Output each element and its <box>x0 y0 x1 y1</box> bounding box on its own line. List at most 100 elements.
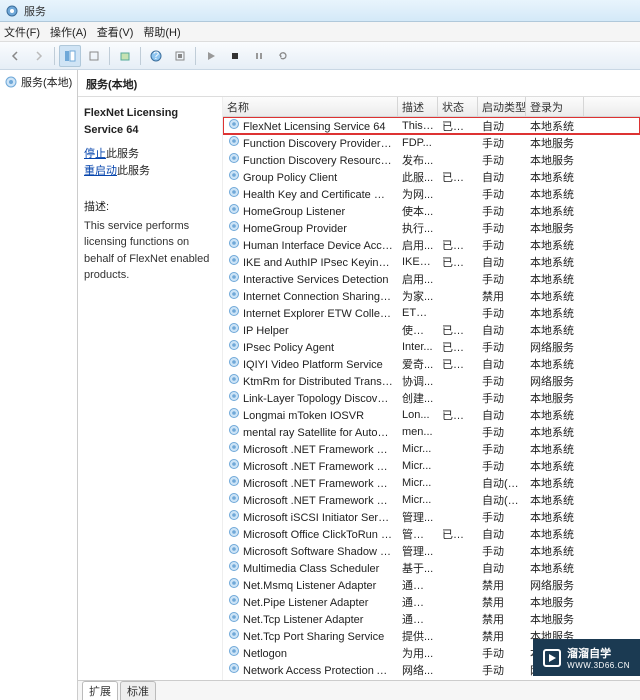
service-icon <box>227 169 241 181</box>
table-row[interactable]: Microsoft .NET Framework NGEN v...Micr..… <box>223 474 640 491</box>
table-row[interactable]: IP Helper使用 ...已启动自动本地系统 <box>223 321 640 338</box>
service-icon <box>227 662 241 674</box>
toolbar-separator <box>109 47 110 65</box>
table-row[interactable]: Net.Tcp Listener Adapter通过 ...禁用本地服务 <box>223 610 640 627</box>
nav-tree: 服务(本地) <box>0 70 78 700</box>
service-logon: 网络服务 <box>526 373 584 389</box>
nav-services-local[interactable]: 服务(本地) <box>4 74 73 90</box>
start-service-button[interactable] <box>200 45 222 67</box>
service-icon <box>227 424 241 436</box>
table-row[interactable]: IKE and AuthIP IPsec Keying Modul...IKEE… <box>223 253 640 270</box>
service-name: IP Helper <box>243 325 289 337</box>
selected-service-title: FlexNet Licensing Service 64 <box>84 105 216 138</box>
table-row[interactable]: Interactive Services Detection启用...手动本地系… <box>223 270 640 287</box>
service-status: 已启动 <box>438 169 478 185</box>
service-desc: men... <box>398 426 438 438</box>
service-icon <box>227 407 241 419</box>
table-row[interactable]: FlexNet Licensing Service 64This ...已启动自… <box>223 117 640 134</box>
gear-icon <box>4 75 18 89</box>
service-startup: 手动 <box>478 543 526 559</box>
service-startup: 自动 <box>478 118 526 134</box>
restart-service-button[interactable] <box>272 45 294 67</box>
service-logon: 本地系统 <box>526 356 584 372</box>
service-icon <box>227 305 241 317</box>
menu-action[interactable]: 操作(A) <box>50 24 87 40</box>
col-startup[interactable]: 启动类型 <box>478 97 526 116</box>
menu-file[interactable]: 文件(F) <box>4 24 40 40</box>
service-icon <box>227 458 241 470</box>
table-row[interactable]: mental ray Satellite for Autodesk 3...me… <box>223 423 640 440</box>
table-row[interactable]: Human Interface Device Access启用...已启动手动本… <box>223 236 640 253</box>
properties-button[interactable] <box>83 45 105 67</box>
service-logon: 本地系统 <box>526 492 584 508</box>
table-row[interactable]: Microsoft .NET Framework NGEN v...Micr..… <box>223 457 640 474</box>
service-logon: 本地服务 <box>526 152 584 168</box>
table-row[interactable]: KtmRm for Distributed Transaction ...协调.… <box>223 372 640 389</box>
col-status[interactable]: 状态 <box>438 97 478 116</box>
table-row[interactable]: Function Discovery Resource Public...发布.… <box>223 151 640 168</box>
pause-service-button[interactable] <box>248 45 270 67</box>
service-list: 名称 描述 状态 启动类型 登录为 FlexNet Licensing Serv… <box>223 97 640 680</box>
table-row[interactable]: IQIYI Video Platform Service爱奇...已启动自动本地… <box>223 355 640 372</box>
service-icon <box>227 628 241 640</box>
table-row[interactable]: HomeGroup Listener使本...手动本地系统 <box>223 202 640 219</box>
toolbar-separator <box>195 47 196 65</box>
restart-link[interactable]: 重启动 <box>84 165 117 177</box>
service-status: 已启动 <box>438 339 478 355</box>
table-row[interactable]: Function Discovery Provider HostFDP...手动… <box>223 134 640 151</box>
service-startup: 禁用 <box>478 594 526 610</box>
service-icon <box>227 645 241 657</box>
table-row[interactable]: Microsoft Office ClickToRun Service管理 ..… <box>223 525 640 542</box>
service-status: 已启动 <box>438 526 478 542</box>
table-row[interactable]: Link-Layer Topology Discovery Ma...创建...… <box>223 389 640 406</box>
service-name: Net.Pipe Listener Adapter <box>243 597 368 609</box>
table-row[interactable]: Group Policy Client此服...已启动自动本地系统 <box>223 168 640 185</box>
menu-help[interactable]: 帮助(H) <box>143 24 180 40</box>
service-name: Longmai mToken IOSVR <box>243 410 364 422</box>
service-desc: 管理 ... <box>398 526 438 542</box>
col-name[interactable]: 名称 <box>223 97 398 116</box>
table-row[interactable]: Microsoft .NET Framework NGEN v...Micr..… <box>223 440 640 457</box>
export-button[interactable] <box>114 45 136 67</box>
back-button[interactable] <box>4 45 26 67</box>
service-logon: 本地系统 <box>526 118 584 134</box>
show-hide-tree-button[interactable] <box>59 45 81 67</box>
table-row[interactable]: Health Key and Certificate Manage...为网..… <box>223 185 640 202</box>
stop-service-button[interactable] <box>224 45 246 67</box>
table-row[interactable]: IPsec Policy AgentInter...已启动手动网络服务 <box>223 338 640 355</box>
table-row[interactable]: Net.Pipe Listener Adapter通过 ...禁用本地服务 <box>223 593 640 610</box>
table-row[interactable]: Longmai mToken IOSVRLon...已启动自动本地系统 <box>223 406 640 423</box>
description-text: This service performs licensing function… <box>84 218 216 284</box>
stop-link[interactable]: 停止 <box>84 148 106 160</box>
col-desc[interactable]: 描述 <box>398 97 438 116</box>
table-row[interactable]: Net.Msmq Listener Adapter通过 ...禁用网络服务 <box>223 576 640 593</box>
refresh-button[interactable] <box>169 45 191 67</box>
service-name: Microsoft .NET Framework NGEN v... <box>243 478 398 490</box>
help-button[interactable]: ? <box>145 45 167 67</box>
forward-button[interactable] <box>28 45 50 67</box>
service-logon: 本地服务 <box>526 611 584 627</box>
service-icon <box>227 135 241 147</box>
table-row[interactable]: Internet Explorer ETW Collector Ser...ET… <box>223 304 640 321</box>
service-logon: 网络服务 <box>526 339 584 355</box>
table-row[interactable]: HomeGroup Provider执行...手动本地服务 <box>223 219 640 236</box>
col-logon[interactable]: 登录为 <box>526 97 584 116</box>
service-name: HomeGroup Provider <box>243 223 347 235</box>
service-desc: 通过 ... <box>398 594 438 610</box>
service-desc: Inter... <box>398 341 438 353</box>
table-row[interactable]: Internet Connection Sharing (ICS)为家...禁用… <box>223 287 640 304</box>
table-row[interactable]: Microsoft iSCSI Initiator Service管理...手动… <box>223 508 640 525</box>
menu-view[interactable]: 查看(V) <box>97 24 134 40</box>
table-row[interactable]: Microsoft Software Shadow Copy P...管理...… <box>223 542 640 559</box>
service-logon: 本地系统 <box>526 407 584 423</box>
service-icon <box>227 186 241 198</box>
service-icon <box>227 237 241 249</box>
service-desc: FDP... <box>398 137 438 149</box>
tab-standard[interactable]: 标准 <box>120 681 156 700</box>
table-row[interactable]: Microsoft .NET Framework NGEN v...Micr..… <box>223 491 640 508</box>
service-desc: IKEE... <box>398 256 438 268</box>
service-startup: 手动 <box>478 305 526 321</box>
table-row[interactable]: Multimedia Class Scheduler基于...自动本地系统 <box>223 559 640 576</box>
service-rows[interactable]: FlexNet Licensing Service 64This ...已启动自… <box>223 117 640 680</box>
tab-extended[interactable]: 扩展 <box>82 681 118 700</box>
